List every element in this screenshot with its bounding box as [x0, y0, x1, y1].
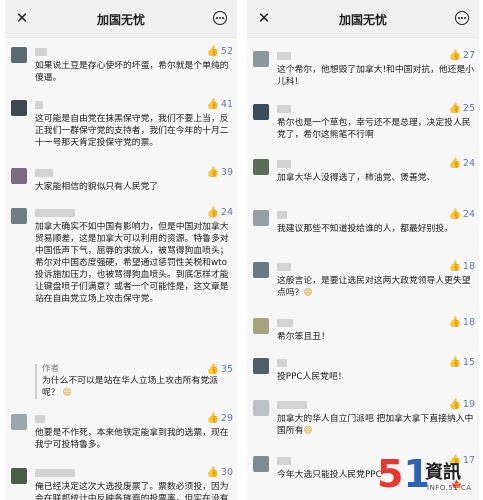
- logo-site-text: INFO.51.CA: [427, 484, 472, 492]
- like-button[interactable]: 👍 27: [448, 50, 475, 61]
- more-icon[interactable]: [213, 11, 229, 27]
- avatar[interactable]: [11, 208, 27, 224]
- username-blurred[interactable]: [35, 415, 45, 423]
- like-button[interactable]: 👍 24: [448, 209, 475, 220]
- thumbs-up-icon: 👍: [448, 50, 461, 61]
- thumbs-up-icon: 👍: [206, 413, 219, 424]
- more-icon[interactable]: [455, 11, 471, 27]
- username-blurred[interactable]: [277, 359, 287, 367]
- comment-text: 大家能相信的貌似只有人民党了: [35, 182, 159, 192]
- comment-text: 他要是不作死，本来他铁定能拿到我的选票，现在我宁可投特鲁多。: [35, 428, 229, 450]
- avatar[interactable]: [253, 51, 269, 67]
- comment-text: 这可能是自由党在抹黑保守党，我们不要上当，反正我们一群保守党的支持者，我们在今年…: [35, 114, 229, 148]
- author-reply: 作者 为什么不可以是站在华人立场上攻击所有党派呢？ 😄: [35, 364, 229, 399]
- comment-text: 这般言论，是要让选民对这两大政党领导人更失望点吗？😄: [277, 276, 471, 298]
- thumbs-up-icon: 👍: [206, 364, 219, 375]
- smile-emoji-icon: 😄: [303, 426, 313, 436]
- title-bar: ✕ 加国无忧: [5, 0, 237, 38]
- like-button[interactable]: 👍 18: [448, 261, 475, 272]
- username-blurred[interactable]: [35, 101, 43, 109]
- thumbs-up-icon: 👍: [448, 103, 461, 114]
- like-button[interactable]: 👍 24: [206, 207, 233, 218]
- comment-text: 加拿大华人没得选了，柿油党、煲善党、: [277, 173, 436, 183]
- thumbs-up-icon: 👍: [448, 209, 461, 220]
- thumbs-up-icon: 👍: [206, 46, 219, 57]
- username-blurred[interactable]: [277, 457, 291, 465]
- avatar[interactable]: [11, 468, 27, 484]
- author-like-button[interactable]: 👍 35: [206, 364, 233, 375]
- thumbs-up-icon: 👍: [206, 467, 219, 478]
- like-button[interactable]: 👍 18: [448, 317, 475, 328]
- thumbs-up-icon: 👍: [448, 158, 461, 169]
- like-button[interactable]: 👍 39: [206, 167, 233, 178]
- avatar[interactable]: [253, 358, 269, 374]
- thumbs-up-icon: 👍: [206, 207, 219, 218]
- comment-text: 希尔也是一个草包，幸亏还不是总理，决定投人民党了，希尔这熊笔不行啊: [277, 118, 471, 140]
- comment-text: 加拿大确实不如中国有影响力，但是中国对加拿大贸易顺差，这是加拿大可以利用的资源。…: [35, 222, 229, 304]
- comment-text: 希尔笨且丑！: [277, 332, 330, 342]
- avatar[interactable]: [253, 262, 269, 278]
- avatar[interactable]: [11, 47, 27, 63]
- author-label: 作者: [42, 364, 60, 374]
- username-blurred[interactable]: [277, 52, 291, 60]
- comment-text: 我建议那些不知道投给谁的人，都最好别投。: [277, 224, 453, 234]
- avatar[interactable]: [253, 159, 269, 175]
- comment-text: 俺已经决定这次大选投废票了。票数必须投，因为会在联邦统计中反映各族裔的投票率，但…: [35, 482, 229, 500]
- username-blurred[interactable]: [277, 401, 307, 409]
- like-button[interactable]: 👍 52: [206, 46, 233, 57]
- page-title: 加国无忧: [96, 13, 145, 27]
- avatar[interactable]: [11, 168, 27, 184]
- username-blurred[interactable]: [277, 263, 291, 271]
- author-reply-text: 为什么不可以是站在华人立场上攻击所有党派呢？ 😄: [42, 376, 218, 398]
- site-logo: 51 資訊 🍁 INFO.51.CA: [377, 454, 477, 498]
- like-button[interactable]: 👍 19: [448, 399, 475, 410]
- comment-text: 这个希尔，他想毁了加拿大!和中国对抗，他还是小儿科!: [277, 65, 475, 87]
- comments-panel-left: ✕ 加国无忧 👍 52 如果说土豆是存心使坏的坏蛋，希尔就是个单纯的傻逼。 👍 41…: [5, 0, 237, 500]
- avatar[interactable]: [11, 100, 27, 116]
- like-button[interactable]: 👍 25: [448, 103, 475, 114]
- username-blurred[interactable]: [35, 48, 47, 56]
- page-title: 加国无忧: [338, 13, 387, 27]
- like-button[interactable]: 👍 24: [448, 158, 475, 169]
- like-button[interactable]: 👍 15: [448, 357, 475, 368]
- like-button[interactable]: 👍 29: [206, 413, 233, 424]
- logo-number: 51: [377, 452, 430, 496]
- smile-emoji-icon: 😄: [303, 288, 313, 298]
- like-button[interactable]: 👍 41: [206, 99, 233, 110]
- comment-text: 投PPC人民党吧！: [277, 372, 347, 382]
- avatar[interactable]: [253, 456, 269, 472]
- username-blurred[interactable]: [277, 160, 291, 168]
- username-blurred[interactable]: [277, 319, 293, 327]
- thumbs-up-icon: 👍: [448, 317, 461, 328]
- username-blurred[interactable]: [35, 169, 53, 177]
- comment-text: 如果说土豆是存心使坏的坏蛋，希尔就是个单纯的傻逼。: [35, 61, 229, 83]
- thumbs-up-icon: 👍: [448, 357, 461, 368]
- avatar[interactable]: [253, 318, 269, 334]
- thumbs-up-icon: 👍: [206, 99, 219, 110]
- username-blurred[interactable]: [35, 209, 75, 217]
- thumbs-up-icon: 👍: [206, 167, 219, 178]
- avatar[interactable]: [11, 414, 27, 430]
- author-tag: 作者: [42, 364, 229, 375]
- thumbs-up-icon: 👍: [448, 399, 461, 410]
- avatar[interactable]: [253, 104, 269, 120]
- avatar[interactable]: [253, 400, 269, 416]
- smile-emoji-icon: 😄: [62, 388, 72, 398]
- thumbs-up-icon: 👍: [448, 261, 461, 272]
- username-blurred[interactable]: [277, 211, 287, 219]
- title-bar: ✕ 加国无忧: [247, 0, 479, 38]
- username-blurred[interactable]: [35, 469, 75, 477]
- like-button[interactable]: 👍 30: [206, 467, 233, 478]
- avatar[interactable]: [253, 210, 269, 226]
- username-blurred[interactable]: [277, 105, 291, 113]
- comments-panel-right: ✕ 加国无忧 👍 27 这个希尔，他想毁了加拿大!和中国对抗，他还是小儿科! 👍 2…: [247, 0, 479, 500]
- comment-text: 加拿大的华人自立门派吧 把加拿大拿下直接纳入中国所有😄: [277, 414, 474, 436]
